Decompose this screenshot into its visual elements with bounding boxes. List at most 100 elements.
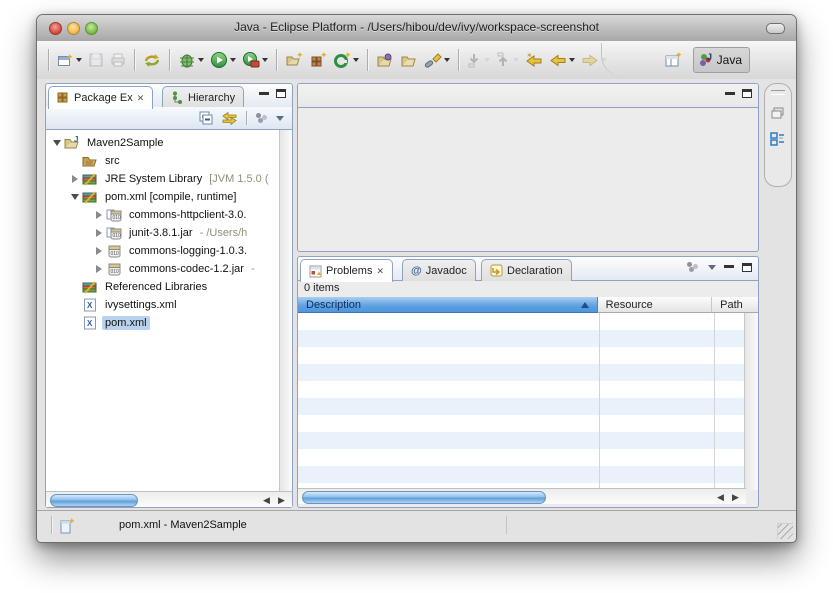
dropdown-arrow-icon[interactable] [198, 58, 204, 62]
print-button[interactable] [108, 47, 128, 73]
editor-status-icon: ✦ [59, 517, 75, 540]
maximize-view-icon[interactable] [742, 263, 752, 272]
tree-item-ivysettings[interactable]: X ivysettings.xml [46, 296, 279, 314]
package-explorer-horizontal-scrollbar[interactable]: ◀ ▶ [46, 491, 292, 507]
open-folder-icon [400, 52, 418, 69]
scroll-left-arrow-icon[interactable]: ◀ [260, 495, 273, 506]
tree-item-jar[interactable]: 010 commons-codec-1.2.jar - [46, 260, 279, 278]
restore-views-icon[interactable] [770, 105, 786, 121]
maximize-view-icon[interactable] [742, 89, 752, 98]
ivy-resolve-button[interactable] [141, 47, 163, 73]
window-resize-grip[interactable] [777, 523, 793, 539]
project-tree: J Maven2Sample src JRE System Library [J… [46, 130, 279, 491]
tree-item-jre-library[interactable]: JRE System Library [JVM 1.5.0 ( [46, 170, 279, 188]
minimize-view-icon[interactable] [725, 92, 735, 96]
view-menu-chevron-icon[interactable] [276, 116, 284, 121]
new-package-button[interactable]: ✦ [307, 47, 329, 73]
external-tools-button[interactable] [240, 47, 270, 73]
search-button[interactable] [422, 47, 452, 73]
package-explorer-icon [57, 92, 70, 105]
debug-bug-icon [178, 52, 196, 69]
expand-arrow-icon[interactable] [96, 211, 102, 219]
column-header-path[interactable]: Path [712, 297, 758, 313]
problems-horizontal-scrollbar[interactable]: ◀ ▶ [298, 488, 746, 504]
tab-declaration[interactable]: Declaration [481, 259, 572, 281]
library-icon [82, 189, 98, 205]
problems-vertical-scrollbar[interactable] [744, 313, 758, 490]
arrow-down-icon [467, 52, 482, 68]
dropdown-arrow-icon[interactable] [230, 58, 236, 62]
maximize-view-icon[interactable] [276, 89, 286, 98]
dropdown-arrow-icon[interactable] [353, 58, 359, 62]
trim-drag-handle[interactable] [771, 90, 785, 95]
next-annotation-button[interactable] [465, 47, 492, 73]
collapse-arrow-icon[interactable] [71, 194, 79, 200]
tab-hierarchy[interactable]: Hierarchy [162, 86, 244, 108]
title-bar[interactable]: Java - Eclipse Platform - /Users/hibou/d… [37, 15, 796, 42]
tree-item-pom-container[interactable]: pom.xml [compile, runtime] [46, 188, 279, 206]
expand-arrow-icon[interactable] [96, 247, 102, 255]
java-perspective-button[interactable]: J Java [693, 47, 750, 73]
scrollbar-thumb[interactable] [302, 491, 546, 504]
tree-item-referenced-libraries[interactable]: Referenced Libraries [46, 278, 279, 296]
close-tab-icon[interactable]: ✕ [376, 267, 384, 276]
toolbar-toggle-button[interactable] [766, 23, 785, 34]
new-package-icon: ✦ [309, 52, 327, 69]
svg-text:X: X [87, 301, 93, 310]
scrollbar-thumb[interactable] [50, 494, 138, 507]
outline-view-icon[interactable] [770, 131, 786, 147]
expand-arrow-icon[interactable] [96, 265, 102, 273]
previous-annotation-button[interactable] [494, 47, 521, 73]
dropdown-arrow-icon[interactable] [76, 58, 82, 62]
expand-arrow-icon[interactable] [96, 229, 102, 237]
scroll-right-arrow-icon[interactable]: ▶ [729, 492, 742, 503]
view-menu-chevron-icon[interactable] [708, 265, 716, 270]
save-button[interactable] [86, 47, 106, 73]
column-header-description[interactable]: Description [298, 297, 598, 313]
svg-text:010: 010 [113, 233, 122, 239]
expand-arrow-icon[interactable] [72, 175, 78, 183]
scroll-right-arrow-icon[interactable]: ▶ [275, 495, 288, 506]
debug-button[interactable] [176, 47, 206, 73]
view-menu-icon[interactable] [255, 113, 269, 123]
link-with-editor-icon[interactable] [221, 111, 238, 125]
open-perspective-button[interactable]: ✦ [662, 47, 684, 73]
tree-item-pom-xml[interactable]: X pom.xml [46, 314, 279, 332]
column-header-resource[interactable]: Resource [598, 297, 713, 313]
tab-package-explorer[interactable]: Package Ex ✕ [48, 86, 153, 109]
hierarchy-icon [171, 91, 184, 104]
collapse-arrow-icon[interactable] [53, 140, 61, 146]
workbench: Package Ex ✕ Hierarchy [37, 79, 796, 511]
tree-item-project[interactable]: J Maven2Sample [46, 134, 279, 152]
jar-icon: 010 [106, 243, 122, 259]
jar-with-source-icon: 010 [106, 207, 122, 223]
tree-item-jar[interactable]: 010 commons-logging-1.0.3. [46, 242, 279, 260]
new-wizard-button[interactable]: ✦ [55, 47, 84, 73]
tab-javadoc[interactable]: @ Javadoc [402, 259, 476, 281]
back-button[interactable] [547, 47, 577, 73]
tree-item-jar[interactable]: 010 junit-3.8.1.jar - /Users/h [46, 224, 279, 242]
run-icon [210, 51, 228, 69]
tab-problems[interactable]: Problems ✕ [300, 259, 393, 282]
problems-table-body[interactable] [298, 313, 746, 490]
dropdown-arrow-icon[interactable] [262, 58, 268, 62]
open-folder-button[interactable] [398, 47, 420, 73]
new-java-project-button[interactable]: ✦ [283, 47, 305, 73]
declaration-icon [490, 264, 503, 277]
new-class-button[interactable]: ✦ [331, 47, 361, 73]
close-tab-icon[interactable]: ✕ [137, 94, 145, 103]
collapse-all-icon[interactable] [199, 111, 214, 125]
run-button[interactable] [208, 47, 238, 73]
last-edit-location-button[interactable]: ✶ [523, 47, 545, 73]
minimize-view-icon[interactable] [259, 92, 269, 96]
view-menu-icon[interactable] [686, 262, 700, 272]
package-explorer-vertical-scrollbar[interactable] [279, 130, 292, 491]
minimize-view-icon[interactable] [724, 265, 734, 269]
tree-item-src[interactable]: src [46, 152, 279, 170]
java-project-icon: J [64, 135, 80, 151]
jar-icon: 010 [106, 261, 122, 277]
tree-item-jar[interactable]: 010 commons-httpclient-3.0. [46, 206, 279, 224]
open-type-button[interactable] [374, 47, 396, 73]
scroll-left-arrow-icon[interactable]: ◀ [714, 492, 727, 503]
dropdown-arrow-icon[interactable] [444, 58, 450, 62]
